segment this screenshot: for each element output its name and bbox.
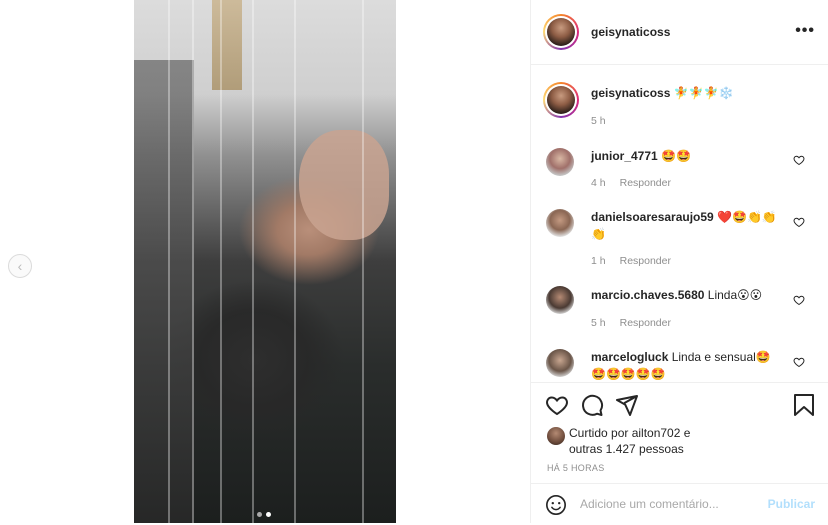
comment-text: 🤩🤩	[661, 149, 691, 163]
post-photo	[134, 0, 396, 523]
media-panel: ‹	[0, 0, 530, 523]
caption-avatar[interactable]	[543, 82, 579, 118]
comment-time[interactable]: 5 h	[591, 317, 606, 329]
comment-username[interactable]: marcelogluck	[591, 350, 668, 364]
comment-avatar[interactable]	[546, 349, 574, 377]
liked-by-line1: Curtido por ailton702 e	[569, 426, 691, 440]
comment: danielsoaresaraujo59 ❤️🤩👏👏 👏	[591, 209, 791, 243]
reply-button[interactable]: Responder	[620, 177, 671, 189]
comment-meta: 4 h Responder	[591, 177, 671, 189]
comment: marcio.chaves.5680 Linda😮😮	[591, 287, 762, 304]
comment-text: ❤️🤩👏👏	[717, 210, 777, 224]
reply-button[interactable]: Responder	[620, 255, 671, 267]
caption-username[interactable]: geisynaticoss	[591, 86, 670, 100]
heart-icon[interactable]	[793, 356, 805, 368]
comment-avatar[interactable]	[546, 148, 574, 176]
photo-skin	[299, 130, 389, 240]
comment-username[interactable]: junior_4771	[591, 149, 658, 163]
caption: geisynaticoss 🧚🧚🧚❄️	[591, 85, 733, 102]
avatar-image	[547, 18, 575, 46]
reply-button[interactable]: Responder	[620, 317, 671, 329]
emoji-icon[interactable]	[545, 494, 567, 516]
post-timestamp[interactable]: HÁ 5 HORAS	[547, 463, 605, 473]
photo-scanline	[362, 0, 364, 523]
comment-meta: 1 h Responder	[591, 255, 671, 267]
photo-scanline	[220, 0, 222, 523]
liked-by-line2: outras 1.427 pessoas	[569, 442, 684, 456]
heart-icon[interactable]	[545, 393, 569, 417]
comment-avatar[interactable]	[546, 209, 574, 237]
carousel-dots	[257, 512, 271, 517]
caption-meta: 5 h	[591, 115, 606, 127]
comment-meta: 5 h Responder	[591, 317, 671, 329]
photo-hair	[212, 0, 242, 90]
carousel-dot-active	[266, 512, 271, 517]
avatar-image	[547, 86, 575, 114]
share-icon[interactable]	[615, 393, 639, 417]
comment-form: Adicione um comentário... Publicar	[531, 483, 828, 525]
photo-scanline	[294, 0, 296, 523]
avatar[interactable]	[543, 14, 579, 50]
photo-sleeve	[134, 60, 194, 523]
liked-by[interactable]: Curtido por ailton702 e outras 1.427 pes…	[569, 425, 690, 457]
more-icon[interactable]: •••	[795, 22, 815, 40]
chevron-left-icon[interactable]: ‹	[8, 254, 32, 278]
bookmark-icon[interactable]	[793, 393, 815, 417]
comments-list: geisynaticoss 🧚🧚🧚❄️ 5 h junior_4771 🤩🤩 4…	[531, 64, 828, 382]
photo-scanline	[252, 0, 254, 523]
comment-text: Linda e sensual🤩	[671, 350, 771, 364]
comment-username[interactable]: marcio.chaves.5680	[591, 288, 704, 302]
comment-icon[interactable]	[580, 393, 604, 417]
details-panel: geisynaticoss ••• geisynaticoss 🧚🧚🧚❄️ 5 …	[530, 0, 828, 523]
caption-text: 🧚🧚🧚❄️	[673, 86, 734, 100]
actions-panel: Curtido por ailton702 e outras 1.427 pes…	[531, 382, 828, 524]
heart-icon[interactable]	[793, 154, 805, 166]
comment-text: Linda😮😮	[707, 288, 763, 302]
liked-by-avatar[interactable]	[547, 427, 565, 445]
comment-avatar[interactable]	[546, 286, 574, 314]
header-username[interactable]: geisynaticoss	[591, 25, 670, 39]
comment: marcelogluck Linda e sensual🤩 🤩🤩🤩🤩🤩	[591, 349, 791, 382]
publish-button[interactable]: Publicar	[768, 497, 815, 511]
comment-username[interactable]: danielsoaresaraujo59	[591, 210, 714, 224]
carousel-dot	[257, 512, 262, 517]
heart-icon[interactable]	[793, 216, 805, 228]
comment-time[interactable]: 4 h	[591, 177, 606, 189]
comment-text-cont: 👏	[591, 227, 606, 241]
photo-scanline	[192, 0, 194, 523]
post-header: geisynaticoss •••	[531, 0, 828, 65]
comment-text-cont: 🤩🤩🤩🤩🤩	[591, 367, 666, 381]
heart-icon[interactable]	[793, 294, 805, 306]
comment-input[interactable]: Adicione um comentário...	[580, 497, 719, 511]
comment-time[interactable]: 1 h	[591, 255, 606, 267]
photo-scanline	[168, 0, 170, 523]
comment: junior_4771 🤩🤩	[591, 148, 691, 165]
caption-time[interactable]: 5 h	[591, 115, 606, 127]
